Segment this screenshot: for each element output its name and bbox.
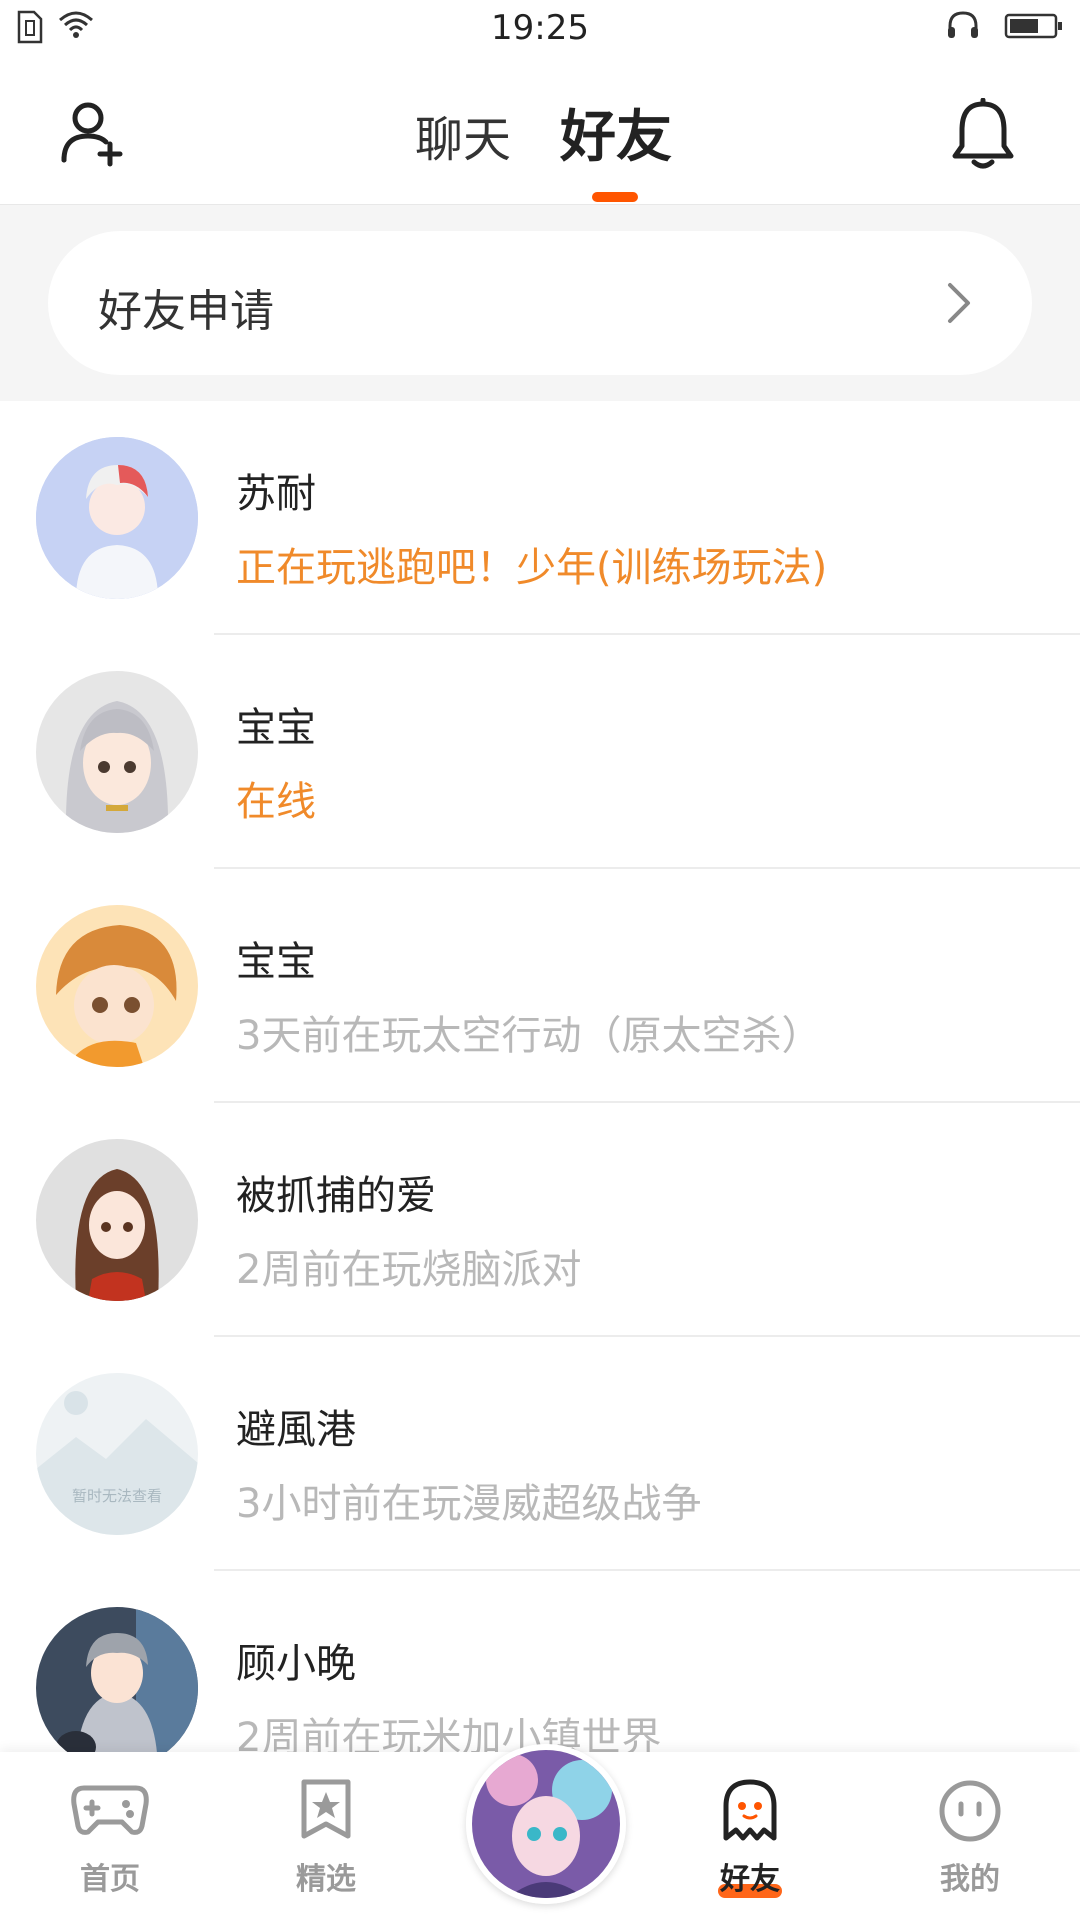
avatar	[36, 905, 198, 1067]
status-bar: 19:25	[0, 0, 1080, 60]
avatar: 暂时无法查看	[36, 1373, 198, 1535]
active-tab-indicator	[592, 192, 638, 202]
nav-featured[interactable]: 精选	[256, 1752, 396, 1920]
avatar-image	[36, 905, 198, 1067]
avatar-image	[36, 671, 198, 833]
bookmark-star-icon	[301, 1779, 351, 1839]
friend-request-section: 好友申请	[0, 205, 1080, 401]
nav-featured-label: 精选	[296, 1862, 356, 1897]
avatar	[36, 671, 198, 833]
friend-request-label: 好友申请	[98, 286, 274, 337]
friend-name: 宝宝	[236, 705, 316, 751]
friend-name: 苏耐	[236, 471, 316, 517]
avatar-image	[36, 437, 198, 599]
friend-status: 3天前在玩太空行动（原太空杀）	[236, 1013, 822, 1059]
nav-friends[interactable]: 好友	[680, 1752, 820, 1920]
nav-me-label: 我的	[940, 1862, 1000, 1897]
chevron-right-icon	[948, 283, 970, 323]
nav-me[interactable]: 我的	[900, 1752, 1040, 1920]
add-friend-icon[interactable]	[60, 98, 132, 170]
list-item[interactable]: 被抓捕的爱 2周前在玩烧脑派对	[0, 1103, 1080, 1337]
bell-icon[interactable]	[950, 98, 1016, 172]
battery-icon	[1004, 13, 1062, 39]
friend-status: 正在玩逃跑吧！少年(训练场玩法)	[236, 545, 828, 591]
nav-home[interactable]: 首页	[40, 1752, 180, 1920]
friend-status: 在线	[236, 779, 316, 825]
friend-name: 宝宝	[236, 939, 316, 985]
headset-icon	[948, 11, 978, 38]
clock: 19:25	[491, 8, 589, 48]
smiley-face-icon	[939, 1780, 1001, 1842]
status-icons-right	[946, 10, 1064, 42]
list-item[interactable]: 宝宝 在线	[0, 635, 1080, 869]
profile-avatar	[472, 1750, 620, 1898]
avatar-image	[36, 1139, 198, 1301]
friend-name: 避風港	[236, 1407, 356, 1453]
list-item[interactable]: 宝宝 3天前在玩太空行动（原太空杀）	[0, 869, 1080, 1103]
friend-name: 被抓捕的爱	[236, 1173, 436, 1219]
friend-status: 2周前在玩烧脑派对	[236, 1247, 582, 1293]
list-item[interactable]: 苏耐 正在玩逃跑吧！少年(训练场玩法)	[0, 401, 1080, 635]
ghost-icon	[723, 1779, 777, 1841]
avatar-placeholder-text: 暂时无法查看	[72, 1487, 162, 1505]
friend-request-button[interactable]: 好友申请	[48, 231, 1032, 375]
list-item[interactable]: 暂时无法查看 避風港 3小时前在玩漫威超级战争	[0, 1337, 1080, 1571]
nav-home-label: 首页	[80, 1862, 140, 1897]
profile-avatar-button[interactable]	[466, 1744, 626, 1904]
tab-friends[interactable]: 好友	[560, 92, 672, 173]
avatar	[36, 1139, 198, 1301]
avatar-image	[36, 1607, 198, 1769]
gamepad-icon	[71, 1785, 149, 1835]
top-navigation: 聊天 好友	[0, 60, 1080, 205]
friend-status: 3小时前在玩漫威超级战争	[236, 1481, 702, 1527]
nav-friends-label: 好友	[720, 1862, 780, 1897]
avatar	[36, 437, 198, 599]
avatar	[36, 1607, 198, 1769]
avatar-placeholder-image: 暂时无法查看	[36, 1373, 198, 1535]
tab-chat[interactable]: 聊天	[415, 100, 511, 170]
friend-name: 顾小晚	[236, 1641, 356, 1687]
bottom-navigation: 首页 精选 好友 我的	[0, 1744, 1080, 1920]
